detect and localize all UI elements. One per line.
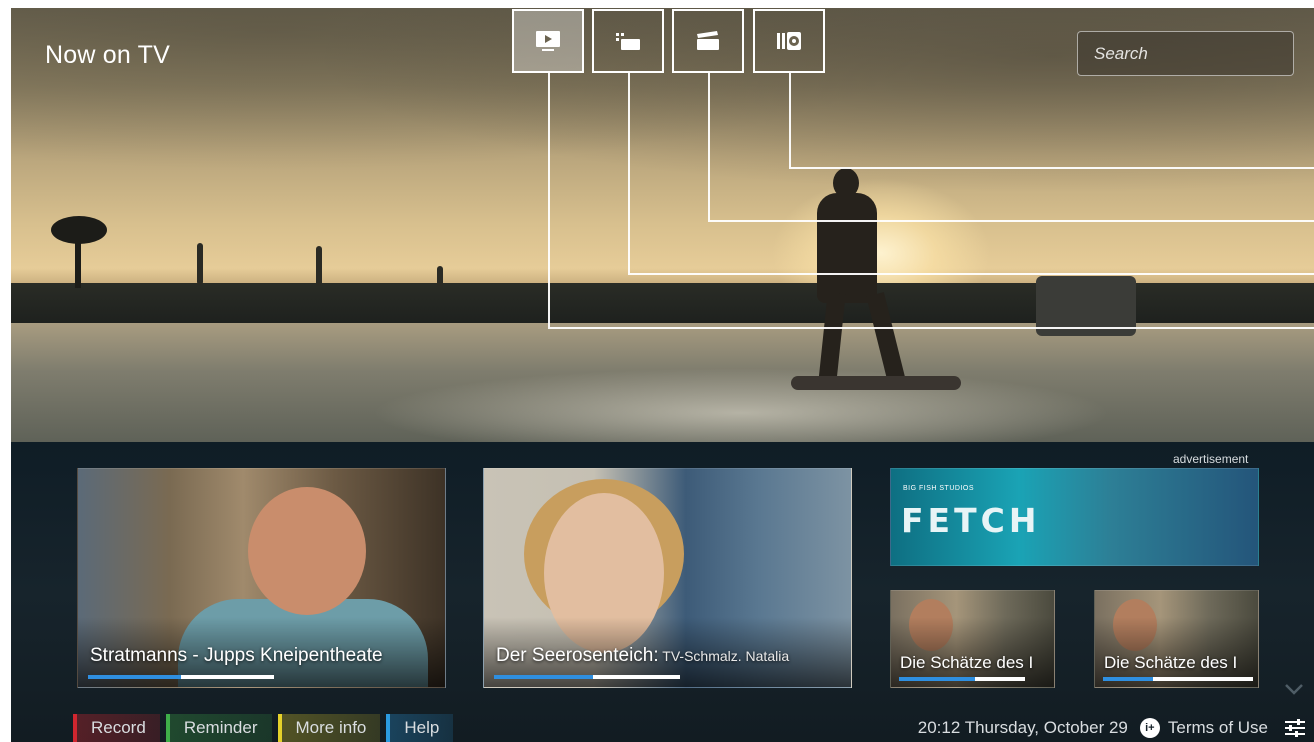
- palm-tree: [75, 238, 81, 288]
- view-library-button[interactable]: [753, 9, 825, 73]
- help-button[interactable]: Help: [386, 714, 454, 742]
- ad-studio-name: BIG FISH STUDIOS: [903, 485, 975, 492]
- page-title: Now on TV: [45, 41, 171, 69]
- chevron-down-icon[interactable]: [1283, 678, 1305, 700]
- terms-of-use-link[interactable]: Terms of Use: [1168, 718, 1268, 738]
- progress-fill: [899, 677, 975, 681]
- water-post: [197, 243, 203, 285]
- tv-screen: Now on TV Search advertisement Stratmann…: [11, 8, 1314, 742]
- program-tile[interactable]: Stratmanns - Jupps Kneipentheate: [77, 468, 446, 688]
- tile-title: Die Schätze des I: [900, 653, 1034, 672]
- tile-title: Die Schätze des I: [1104, 653, 1238, 672]
- view-connector-line: [789, 73, 1314, 169]
- clock: 20:12 Thursday, October 29: [917, 718, 1128, 737]
- advertisement-banner[interactable]: BIG FISH STUDIOS FETCH: [890, 468, 1259, 566]
- content-panel: advertisement Stratmanns - Jupps Kneipen…: [11, 442, 1314, 742]
- status-bar: 20:12 Thursday, October 29 i+ Terms of U…: [918, 714, 1306, 742]
- wakeboard: [791, 376, 961, 390]
- progress-bar: [88, 675, 274, 679]
- progress-bar: [899, 677, 1025, 681]
- tile-subtitle: TV-Schmalz. Natalia: [658, 648, 790, 664]
- progress-bar: [1103, 677, 1253, 681]
- view-tv-button[interactable]: [512, 9, 584, 73]
- program-tile[interactable]: Die Schätze des I: [1094, 590, 1259, 688]
- channels-list-icon: [616, 33, 640, 50]
- view-movies-button[interactable]: [672, 9, 744, 73]
- reminder-button[interactable]: Reminder: [165, 714, 272, 742]
- movies-clapper-icon: [697, 31, 719, 50]
- settings-sliders-icon[interactable]: [1284, 719, 1306, 737]
- ad-logo: FETCH: [901, 501, 1041, 540]
- record-button[interactable]: Record: [73, 714, 160, 742]
- thumbnail-person: [248, 487, 366, 615]
- program-tile[interactable]: Die Schätze des I: [890, 590, 1055, 688]
- progress-bar: [494, 675, 680, 679]
- program-tile[interactable]: Der Seerosenteich: TV-Schmalz. Natalia: [483, 468, 852, 688]
- palm-tree-top: [51, 216, 107, 244]
- hero-banner[interactable]: Now on TV: [11, 8, 1314, 442]
- progress-fill: [1103, 677, 1153, 681]
- tile-title: Stratmanns - Jupps Kneipentheate: [90, 645, 383, 666]
- more-info-button[interactable]: More info: [277, 714, 381, 742]
- terms-icon[interactable]: i+: [1139, 718, 1160, 738]
- search-box[interactable]: [1077, 31, 1314, 76]
- water-post: [437, 266, 443, 288]
- view-channels-button[interactable]: [592, 9, 664, 73]
- water-post: [316, 246, 322, 286]
- tile-title: Der Seerosenteich: TV-Schmalz. Natalia: [496, 645, 790, 666]
- progress-fill: [494, 675, 593, 679]
- advertisement-label: advertisement: [1173, 452, 1249, 466]
- search-input[interactable]: [1094, 43, 1314, 64]
- progress-fill: [88, 675, 181, 679]
- library-icon: [777, 32, 801, 50]
- tv-icon: [536, 31, 560, 51]
